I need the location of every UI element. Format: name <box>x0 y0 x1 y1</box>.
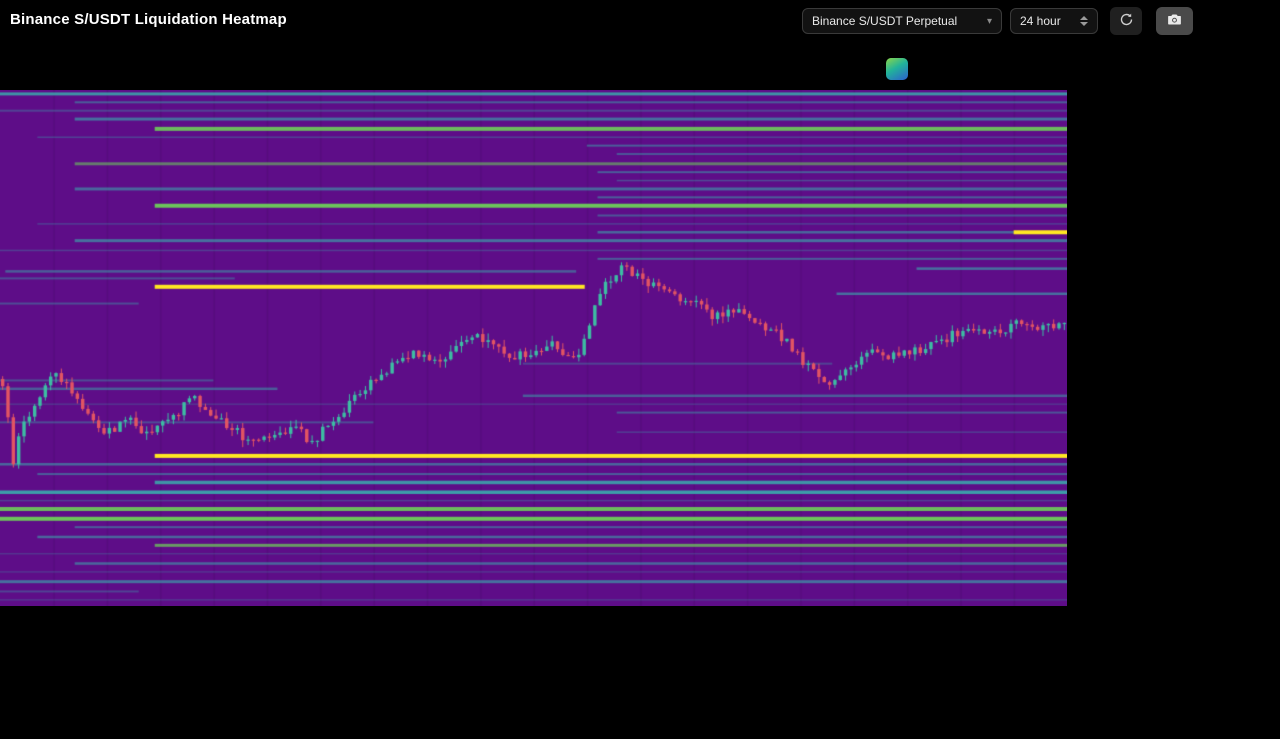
app-root: Binance S/USDT Liquidation Heatmap Binan… <box>0 0 1280 739</box>
colormap-viridis-button[interactable] <box>886 58 908 80</box>
price-tick: 0.31 <box>0 647 1280 665</box>
camera-button[interactable] <box>1156 7 1193 35</box>
liquidation-heatmap-chart[interactable] <box>0 90 1067 606</box>
price-axis: 0.324880.320.310.30.290.28796 <box>0 611 1280 719</box>
camera-icon <box>1166 11 1183 31</box>
price-tick: 0.28796 <box>0 701 1280 719</box>
spinner-icons <box>1080 16 1088 26</box>
refresh-icon <box>1119 12 1134 30</box>
legend-label: Liquidation Leverage <box>0 36 149 53</box>
time-axis: 02, 18:4502, 20:0002, 21:1502, 22:3002, … <box>0 719 1280 739</box>
legend-label: Supercharts <box>153 36 239 53</box>
symbol-select-value: Binance S/USDT Perpetual <box>812 14 957 28</box>
page-title: Binance S/USDT Liquidation Heatmap <box>10 11 287 28</box>
chevron-down-icon: ▾ <box>987 16 992 27</box>
legend-item-liquidation-leverage[interactable]: Liquidation Leverage <box>0 36 153 53</box>
time-tick: 02, 18:45 <box>0 719 1280 737</box>
interval-select-value: 24 hour <box>1020 14 1061 28</box>
symbol-select[interactable]: Binance S/USDT Perpetual ▾ <box>802 8 1002 34</box>
interval-select[interactable]: 24 hour <box>1010 8 1098 34</box>
price-tick: 0.29 <box>0 683 1280 701</box>
colormap-magma-button[interactable] <box>914 58 936 80</box>
colorbar-max-label: 120.87K <box>0 54 1280 72</box>
colorbar-min-label: 0 <box>0 72 1280 90</box>
price-tick: 0.32 <box>0 629 1280 647</box>
price-tick: 0.32488 <box>0 611 1280 629</box>
legend-item-supercharts[interactable]: Supercharts <box>153 36 239 53</box>
refresh-button[interactable] <box>1110 7 1142 35</box>
chart-legend: Liquidation Leverage Supercharts <box>0 36 1280 54</box>
price-tick: 0.3 <box>0 665 1280 683</box>
